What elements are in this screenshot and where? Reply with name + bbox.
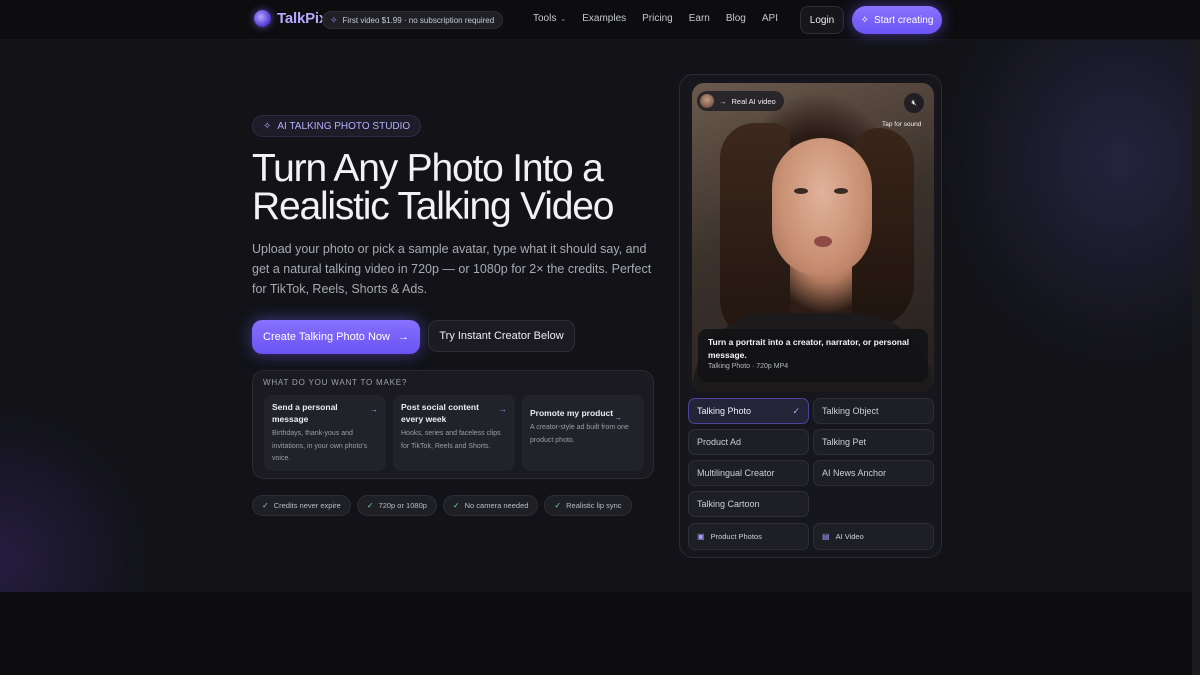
option-personal-message[interactable]: Send a personal message → Birthdays, tha… [264,395,386,471]
preview-panel: → Real AI video 🔇︎ Tap for sound Turn a … [679,74,942,558]
nav-link-tools[interactable]: Tools ⌄ [533,13,566,24]
studio-badge: ✧ AI TALKING PHOTO STUDIO [252,115,422,137]
chip-label: No camera needed [464,501,529,510]
mode-product-ad[interactable]: Product Ad [688,429,809,455]
arrow-right-icon: → [499,405,507,414]
check-icon: ✓ [792,405,800,416]
nav-link-earn[interactable]: Earn [689,13,710,24]
option-desc: Birthdays, thank-yous and invitations, i… [272,430,368,462]
real-ai-label: Real AI video [731,96,776,106]
headline-line-2: Realistic Talking Video [252,185,614,228]
what-to-make-title: WHAT DO YOU WANT TO MAKE? [263,378,408,387]
check-icon: ✓ [452,501,460,510]
start-creating-label: Start creating [873,14,934,26]
check-icon: ✓ [262,501,269,510]
chip-lip-sync: ✓ Realistic lip sync [544,495,632,516]
option-title: Post social content every week [401,402,479,424]
mode-talking-photo[interactable]: Talking Photo ✓ [688,398,809,424]
option-social-content[interactable]: Post social content every week → Hooks, … [393,395,515,471]
chip-label: 720p or 1080p [378,501,427,510]
image-icon: ▣ [697,532,705,541]
caption-meta: Talking Photo · 720p MP4 [708,363,789,370]
mute-icon[interactable]: 🔇︎ [904,93,924,113]
portrait-face [772,138,872,276]
try-instant-creator-button[interactable]: Try Instant Creator Below [428,320,575,352]
nav-link-api[interactable]: API [762,13,778,24]
chip-resolution: ✓ 720p or 1080p [356,495,437,516]
create-talking-photo-button[interactable]: Create Talking Photo Now → [252,320,420,354]
mode-talking-pet[interactable]: Talking Pet [813,429,934,455]
sparkle-icon: ✧ [330,14,338,25]
option-promote-product[interactable]: Promote my product → A creator-style ad … [522,395,644,471]
sparkle-icon: ✧ [263,120,272,132]
mode-talking-object[interactable]: Talking Object [813,398,934,424]
create-button-label: Create Talking Photo Now [263,331,390,343]
portrait-mouth [814,236,832,247]
chip-label: Credits never expire [273,501,341,510]
chip-label: Realistic lip sync [566,501,622,510]
chip-no-camera: ✓ No camera needed [442,495,539,516]
chip-credits: ✓ Credits never expire [252,495,351,516]
tap-for-sound-label: Tap for sound [882,121,922,128]
caption-title: Turn a portrait into a creator, narrator… [708,337,910,360]
promo-pill: ✧ First video $1.99 · no subscription re… [322,11,504,29]
option-desc: A creator-style ad built from one produc… [530,424,629,444]
login-button[interactable]: Login [800,6,844,34]
option-desc: Hooks, series and faceless clips for Tik… [401,430,501,450]
mode-talking-cartoon[interactable]: Talking Cartoon [688,491,809,517]
mode-multilingual-creator[interactable]: Multilingual Creator [688,460,809,486]
real-ai-video-pill: → Real AI video [697,91,784,111]
nav-links: Tools ⌄ Examples Pricing Earn Blog API [533,13,778,24]
start-creating-button[interactable]: ✧ Start creating [852,6,942,34]
top-nav: TalkPix ✧ First video $1.99 · no subscri… [0,0,1200,40]
arrow-right-icon: → [719,96,727,106]
hero-headline: Turn Any Photo Into a Realistic Talking … [252,147,672,228]
brand-name: TalkPix [277,10,328,27]
arrow-right-icon: → [397,331,409,343]
mode-label: Product Photos [710,532,762,541]
mode-label: Talking Photo [697,406,752,416]
hero-subtext: Upload your photo or pick a sample avata… [252,242,652,296]
feature-chips: ✓ Credits never expire ✓ 720p or 1080p ✓ No… [252,495,632,516]
video-preview[interactable]: → Real AI video 🔇︎ Tap for sound Turn a … [692,83,934,392]
sparkle-icon: ✧ [860,14,869,26]
mode-label: AI Video [835,532,864,541]
check-icon: ✓ [366,501,374,510]
promo-text: First video $1.99 · no subscription requ… [342,15,495,25]
scrollbar[interactable] [1192,0,1200,675]
brand-logo[interactable]: TalkPix [254,10,327,27]
option-title: Send a personal message [272,402,338,424]
video-icon: ▤ [822,532,830,541]
arrow-right-icon: → [614,413,622,422]
chevron-down-icon: ⌄ [560,15,567,23]
video-caption: Turn a portrait into a creator, narrator… [698,329,928,382]
headline-line-1: Turn Any Photo Into a [252,147,604,190]
mode-ai-video[interactable]: ▤ AI Video [813,523,934,550]
avatar [700,94,714,108]
mode-product-photos[interactable]: ▣ Product Photos [688,523,809,550]
nav-link-pricing[interactable]: Pricing [642,13,673,24]
arrow-right-icon: → [370,405,378,414]
logo-icon [254,10,271,27]
badge-label: AI TALKING PHOTO STUDIO [277,120,411,132]
nav-link-examples[interactable]: Examples [582,13,626,24]
mode-ai-news-anchor[interactable]: AI News Anchor [813,460,934,486]
nav-link-label: Tools [533,13,557,24]
nav-link-blog[interactable]: Blog [726,13,746,24]
portrait-eye [834,188,848,194]
what-to-make-card: WHAT DO YOU WANT TO MAKE? Send a persona… [252,370,654,479]
option-title: Promote my product [530,408,614,418]
portrait-eye [794,188,808,194]
check-icon: ✓ [554,501,562,510]
